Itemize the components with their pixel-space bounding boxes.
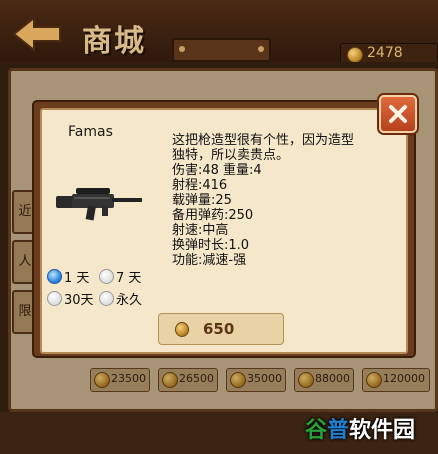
back-arrow-icon[interactable]	[12, 16, 62, 52]
page-title: 商城	[82, 24, 146, 59]
duration-option-7-day[interactable]: 7 天	[99, 267, 141, 286]
close-icon	[389, 105, 407, 123]
stat-magazine: 载弹量:25	[172, 193, 232, 208]
stat-range: 射程:416	[172, 178, 228, 193]
duration-option-30-day[interactable]: 30天	[47, 289, 94, 308]
radio-icon	[99, 269, 114, 284]
duration-option-1-day[interactable]: 1 天	[47, 267, 89, 286]
stat-fire-rate: 射速:中高	[172, 223, 229, 238]
top-bar: 商城 2478	[0, 0, 438, 65]
desc-line: 独特，所以卖贵点。	[172, 148, 290, 163]
radio-icon	[47, 291, 62, 306]
title-plate	[172, 38, 271, 62]
radio-icon	[99, 291, 114, 306]
watermark-part3: 软件园	[349, 418, 416, 443]
desc-line: 这把枪造型很有个性，因为造型	[172, 133, 355, 148]
famas-rifle-icon	[56, 188, 142, 221]
coin-balance-value: 2478	[367, 45, 403, 61]
stat-function: 功能:减速-强	[172, 253, 247, 268]
option-label: 30天	[64, 293, 94, 308]
watermark: 谷普软件园	[305, 412, 415, 444]
stat-reload-time: 换弹时长:1.0	[172, 238, 250, 253]
buy-price: 650	[203, 320, 235, 338]
watermark-part2: 普	[327, 418, 350, 443]
stat-damage-weight: 伤害:48 重量:4	[172, 163, 262, 178]
watermark-part1: 谷	[305, 418, 328, 443]
close-button[interactable]	[379, 95, 417, 133]
item-name: Famas	[68, 124, 113, 140]
duration-option-permanent[interactable]: 永久	[99, 289, 142, 308]
buy-button[interactable]: 650	[158, 313, 284, 345]
coin-icon	[175, 322, 189, 337]
radio-selected-icon	[47, 269, 62, 284]
option-label: 1 天	[64, 271, 90, 286]
option-label: 永久	[116, 293, 143, 308]
coin-icon	[347, 47, 363, 63]
stat-reserve-ammo: 备用弹药:250	[172, 208, 254, 223]
item-description: 这把枪造型很有个性，因为造型 独特，所以卖贵点。 伤害:48 重量:4 射程:4…	[172, 133, 394, 268]
option-label: 7 天	[116, 271, 142, 286]
